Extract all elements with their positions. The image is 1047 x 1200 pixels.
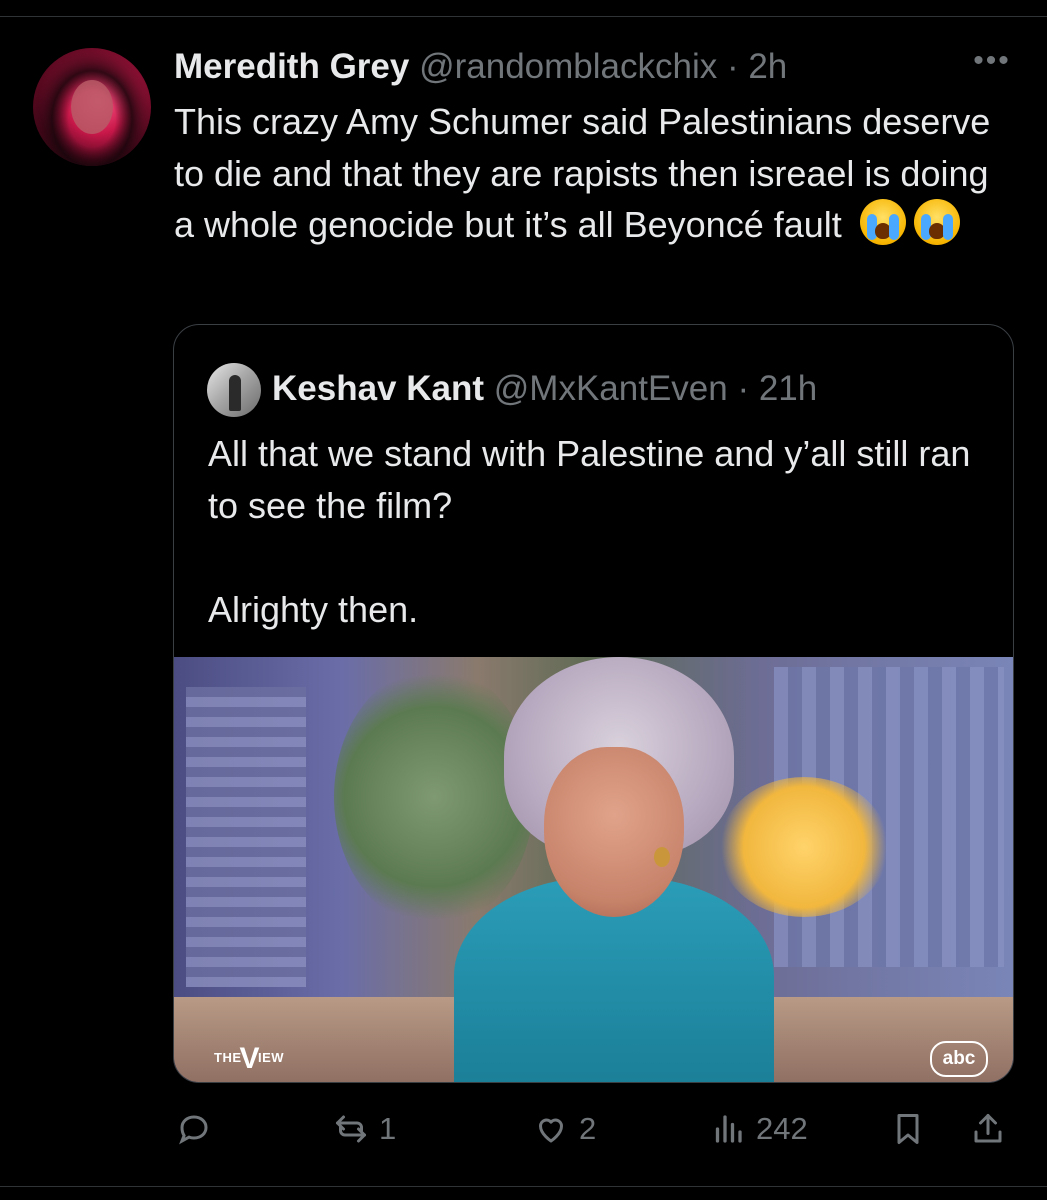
background-flowers <box>719 777 889 917</box>
author-handle-time[interactable]: @randomblackchix · 2h <box>419 47 787 86</box>
retweet-count: 1 <box>379 1111 397 1146</box>
loudly-crying-face-icon <box>913 199 960 245</box>
background-window <box>186 687 306 987</box>
author-avatar[interactable] <box>33 48 151 166</box>
person-face <box>544 747 684 917</box>
quoted-tweet[interactable]: Keshav Kant @MxKantEven · 21h All that w… <box>173 324 1014 1083</box>
tweet-header: Meredith Grey @randomblackchix · 2h <box>174 44 787 90</box>
share-icon <box>974 1114 1002 1143</box>
views-count: 242 <box>756 1111 808 1146</box>
views-button[interactable]: 242 <box>710 1104 808 1154</box>
quote-media-image[interactable]: THEVIEW abc <box>174 657 1013 1082</box>
person-earring <box>654 847 670 867</box>
abc-logo: abc <box>930 1041 988 1077</box>
quote-author-avatar[interactable] <box>207 363 261 417</box>
quote-author-handle-time[interactable]: @MxKantEven · 21h <box>494 369 817 408</box>
quote-author-name[interactable]: Keshav Kant <box>272 369 484 408</box>
bookmark-button[interactable] <box>890 1104 926 1154</box>
tweet-actions: 1 2 242 <box>0 1104 1047 1154</box>
loudly-crying-face-icon <box>859 199 906 245</box>
share-button[interactable] <box>970 1104 1006 1154</box>
bottom-divider <box>0 1186 1047 1187</box>
views-icon <box>715 1115 742 1143</box>
quote-text-line2: Alrighty then. <box>208 589 419 630</box>
like-count: 2 <box>579 1111 597 1146</box>
bookmark-icon <box>897 1114 919 1144</box>
like-button[interactable]: 2 <box>533 1104 596 1154</box>
background-plant <box>334 667 534 927</box>
retweet-button[interactable]: 1 <box>333 1104 396 1154</box>
more-options-icon[interactable]: ••• <box>968 44 1016 84</box>
quote-header: Keshav Kant @MxKantEven · 21h <box>272 366 817 412</box>
tweet-text: This crazy Amy Schumer said Palestinians… <box>174 96 1004 251</box>
quote-text-line1: All that we stand with Palestine and y’a… <box>208 433 971 526</box>
the-view-logo: THEVIEW <box>214 1042 285 1075</box>
retweet-icon <box>336 1115 366 1143</box>
reply-icon <box>179 1115 208 1145</box>
reply-button[interactable] <box>176 1104 212 1154</box>
top-divider <box>0 16 1047 17</box>
heart-icon <box>539 1118 563 1143</box>
author-name[interactable]: Meredith Grey <box>174 47 409 86</box>
quote-text: All that we stand with Palestine and y’a… <box>208 428 988 688</box>
